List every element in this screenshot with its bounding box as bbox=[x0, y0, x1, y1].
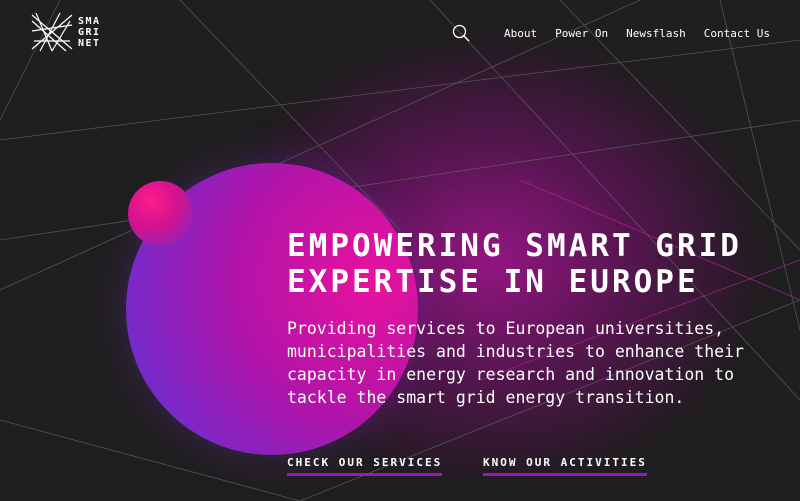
network-star-logo-icon bbox=[31, 12, 73, 52]
nav-power-on[interactable]: Power On bbox=[555, 27, 608, 40]
hero-title-line-1: EMPOWERING SMART GRID bbox=[287, 228, 742, 264]
main-nav: About Power On Newsflash Contact Us bbox=[452, 24, 770, 42]
nav-newsflash[interactable]: Newsflash bbox=[626, 27, 686, 40]
hero-description: Providing services to European universit… bbox=[287, 319, 744, 407]
small-gradient-circle bbox=[128, 181, 193, 246]
know-activities-button[interactable]: KNOW OUR ACTIVITIES bbox=[483, 456, 647, 476]
logo-line-3: NET bbox=[78, 37, 101, 49]
site-header: SMA GRI NET About Power On Newsflash Con… bbox=[0, 0, 800, 64]
logo-wordmark: SMA GRI NET bbox=[78, 16, 108, 49]
hero-title-line-2: EXPERTISE IN EUROPE bbox=[287, 264, 699, 300]
search-icon[interactable] bbox=[452, 24, 470, 42]
site-logo[interactable]: SMA GRI NET bbox=[30, 11, 108, 53]
hero-title: EMPOWERING SMART GRID EXPERTISE IN EUROP… bbox=[287, 228, 742, 300]
logo-line-2: GRI bbox=[78, 26, 101, 38]
logo-line-1: SMA bbox=[78, 15, 101, 27]
check-services-button[interactable]: CHECK OUR SERVICES bbox=[287, 456, 443, 476]
nav-about[interactable]: About bbox=[504, 27, 537, 40]
nav-contact-us[interactable]: Contact Us bbox=[704, 27, 770, 40]
